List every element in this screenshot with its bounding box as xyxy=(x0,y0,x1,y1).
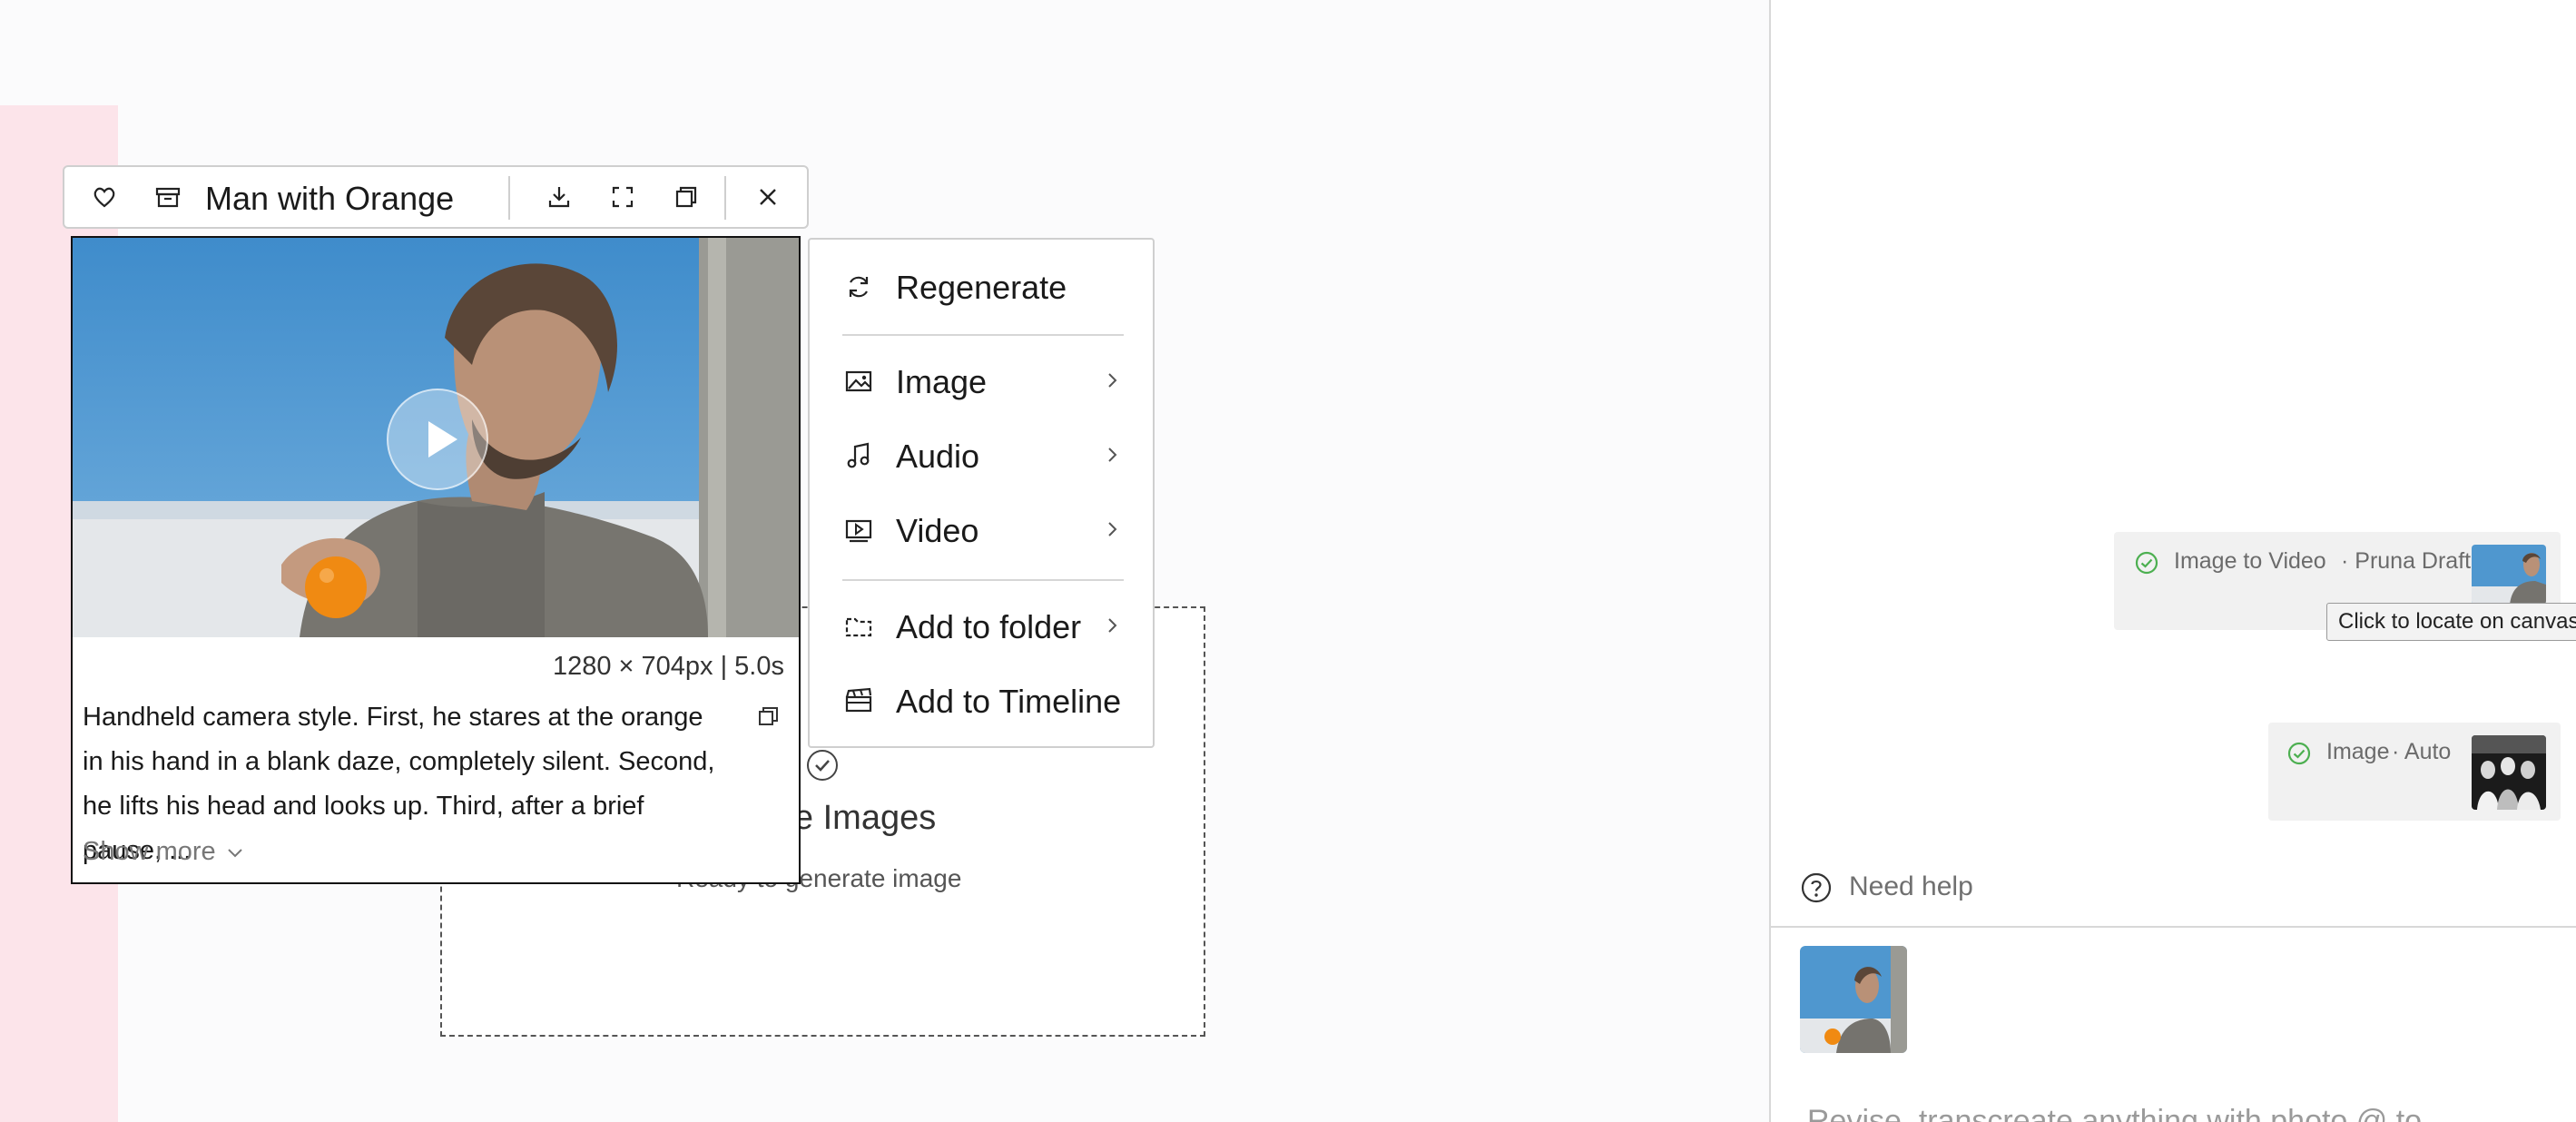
music-note-icon xyxy=(842,439,875,472)
toolbar-divider xyxy=(724,176,726,220)
menu-label: Add to folder xyxy=(896,608,1082,645)
chevron-right-icon xyxy=(1100,443,1124,467)
chevron-right-icon xyxy=(1100,614,1124,637)
video-icon xyxy=(842,514,875,546)
refresh-icon xyxy=(842,271,875,303)
chevron-right-icon xyxy=(1100,517,1124,541)
menu-label: Image xyxy=(896,363,988,400)
check-circle-icon xyxy=(807,750,838,781)
menu-item-add-to-timeline[interactable]: Add to Timeline xyxy=(810,668,1153,733)
locate-tooltip: Click to locate on canvas xyxy=(2326,603,2576,641)
preview-card: 1280 × 704px | 5.0s Handheld camera styl… xyxy=(71,236,801,884)
right-panel: Image to Video · Pruna Draft Click to lo… xyxy=(1769,0,2576,1122)
check-circle-icon xyxy=(2286,741,2312,766)
show-more-label: Show more xyxy=(83,837,216,866)
close-icon[interactable] xyxy=(752,181,784,213)
copy-icon[interactable] xyxy=(670,181,703,213)
image-icon xyxy=(842,365,875,398)
toolbar-divider xyxy=(508,176,510,220)
task-card[interactable]: Image · Auto xyxy=(2268,723,2561,821)
fullscreen-icon[interactable] xyxy=(606,181,639,213)
folder-select-icon xyxy=(842,610,875,643)
menu-item-add-to-folder[interactable]: Add to folder xyxy=(810,594,1153,659)
chevron-down-icon xyxy=(228,849,242,858)
task-thumbnail[interactable] xyxy=(2472,735,2546,810)
clapperboard-icon xyxy=(842,684,875,717)
task-model: · Auto xyxy=(2392,739,2452,764)
context-menu: Regenerate Image Audio Video Add to fold… xyxy=(808,238,1155,748)
task-type: Image to Video xyxy=(2174,548,2326,574)
copy-icon[interactable] xyxy=(755,703,782,730)
menu-label: Regenerate xyxy=(896,269,1067,306)
media-dimensions: 1280 × 704px | 5.0s xyxy=(552,652,784,681)
attached-image-thumbnail[interactable] xyxy=(1800,946,1907,1053)
menu-label: Audio xyxy=(896,438,980,475)
menu-item-video[interactable]: Video xyxy=(810,497,1153,563)
task-thumbnail[interactable] xyxy=(2472,545,2546,605)
menu-label: Video xyxy=(896,512,979,549)
menu-item-image[interactable]: Image xyxy=(810,349,1153,414)
preview-title: Man with Orange xyxy=(205,180,455,217)
play-icon[interactable] xyxy=(387,389,488,490)
show-more-button[interactable]: Show more xyxy=(83,837,247,867)
chevron-right-icon xyxy=(1100,369,1124,392)
download-icon[interactable] xyxy=(543,181,575,213)
menu-label: Add to Timeline xyxy=(896,683,1122,720)
check-circle-icon xyxy=(2134,550,2159,576)
archive-icon[interactable] xyxy=(152,181,184,213)
menu-divider xyxy=(842,579,1124,581)
panel-divider xyxy=(1771,926,2576,928)
menu-divider xyxy=(842,334,1124,336)
preview-toolbar: Man with Orange xyxy=(63,165,809,229)
task-type: Image xyxy=(2326,739,2390,764)
task-model: · Pruna Draft xyxy=(2341,548,2472,574)
help-icon[interactable] xyxy=(1800,871,1833,904)
menu-item-audio[interactable]: Audio xyxy=(810,423,1153,488)
prompt-input[interactable]: Revise, transcreate anything with photo … xyxy=(1807,1104,2422,1122)
need-help-link[interactable]: Need help xyxy=(1849,871,1973,902)
heart-icon[interactable] xyxy=(88,181,121,213)
menu-item-regenerate[interactable]: Regenerate xyxy=(810,254,1153,320)
